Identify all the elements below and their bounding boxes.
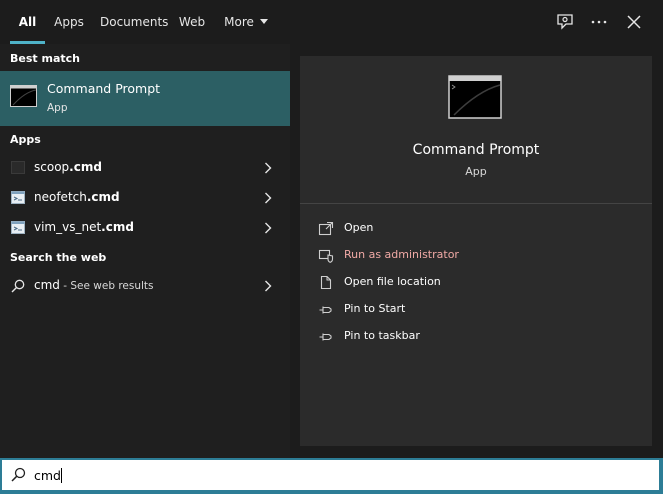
close-icon[interactable] [624, 12, 644, 32]
shield-icon [318, 249, 334, 263]
list-item-vim-vs-net[interactable]: vim_vs_net.cmd [0, 213, 290, 243]
list-item-web-search[interactable]: cmd - See web results [0, 271, 290, 301]
action-label-open: Open [344, 221, 374, 234]
chevron-right-icon[interactable] [264, 222, 272, 234]
open-icon [318, 221, 334, 236]
command-prompt-icon [10, 85, 37, 107]
search-input[interactable] [34, 464, 634, 486]
chevron-right-icon[interactable] [264, 192, 272, 204]
action-label-run-as-administrator: Run as administrator [344, 248, 459, 261]
detail-subtitle: App [465, 165, 487, 178]
app-label-neofetch: neofetch.cmd [34, 190, 120, 204]
search-icon [11, 467, 26, 482]
tab-documents[interactable]: Documents [100, 0, 168, 44]
list-item-neofetch[interactable]: neofetch.cmd [0, 183, 290, 213]
app-detail-card: Command Prompt App Open Run as administr… [300, 56, 652, 446]
pin-icon [319, 306, 332, 314]
best-match-subtitle: App [47, 102, 68, 114]
search-field-container[interactable] [2, 460, 659, 490]
blank-file-icon [11, 161, 25, 174]
best-match-title: Command Prompt [47, 81, 161, 96]
text-caret [61, 468, 62, 483]
file-location-icon [320, 275, 332, 290]
caret-down-icon [259, 19, 268, 24]
action-open-file-location[interactable]: Open file location [318, 273, 638, 293]
filter-bar: All Apps Documents Web More [0, 0, 663, 44]
action-open[interactable]: Open [318, 219, 638, 239]
list-item-scoop[interactable]: scoop.cmd [0, 153, 290, 183]
best-match-item[interactable]: Command Prompt App [0, 71, 290, 126]
pin-icon [319, 333, 332, 341]
results-list: Best match Command Prompt App Apps scoop… [0, 44, 290, 458]
command-prompt-icon [448, 75, 502, 119]
search-web-heading: Search the web [10, 251, 107, 264]
preview-pane: Command Prompt App Open Run as administr… [290, 44, 663, 458]
app-label-vim-vs-net: vim_vs_net.cmd [34, 220, 134, 234]
apps-heading: Apps [10, 133, 41, 146]
action-run-as-administrator[interactable]: Run as administrator [318, 246, 638, 266]
batch-file-icon [11, 191, 25, 204]
divider [300, 203, 652, 204]
best-match-heading: Best match [10, 52, 80, 65]
feedback-icon[interactable] [555, 12, 575, 32]
action-label-open-file-location: Open file location [344, 275, 441, 288]
chevron-right-icon[interactable] [264, 280, 272, 292]
chevron-right-icon[interactable] [264, 162, 272, 174]
tab-web[interactable]: Web [177, 0, 207, 44]
tab-all[interactable]: All [10, 0, 45, 44]
tab-apps[interactable]: Apps [52, 0, 86, 44]
start-search-window: All Apps Documents Web More Best match C… [0, 0, 663, 494]
action-label-pin-to-taskbar: Pin to taskbar [344, 329, 420, 342]
app-label-scoop: scoop.cmd [34, 160, 102, 174]
search-box [0, 458, 663, 494]
tab-more[interactable]: More [222, 0, 270, 44]
batch-file-icon [11, 221, 25, 234]
search-icon [11, 279, 25, 293]
web-search-label: cmd - See web results [34, 278, 154, 292]
action-pin-to-start[interactable]: Pin to Start [318, 300, 638, 320]
detail-title: Command Prompt [412, 142, 540, 158]
action-pin-to-taskbar[interactable]: Pin to taskbar [318, 327, 638, 347]
action-label-pin-to-start: Pin to Start [344, 302, 406, 315]
tab-more-label: More [224, 15, 254, 29]
more-options-icon[interactable] [589, 12, 609, 32]
